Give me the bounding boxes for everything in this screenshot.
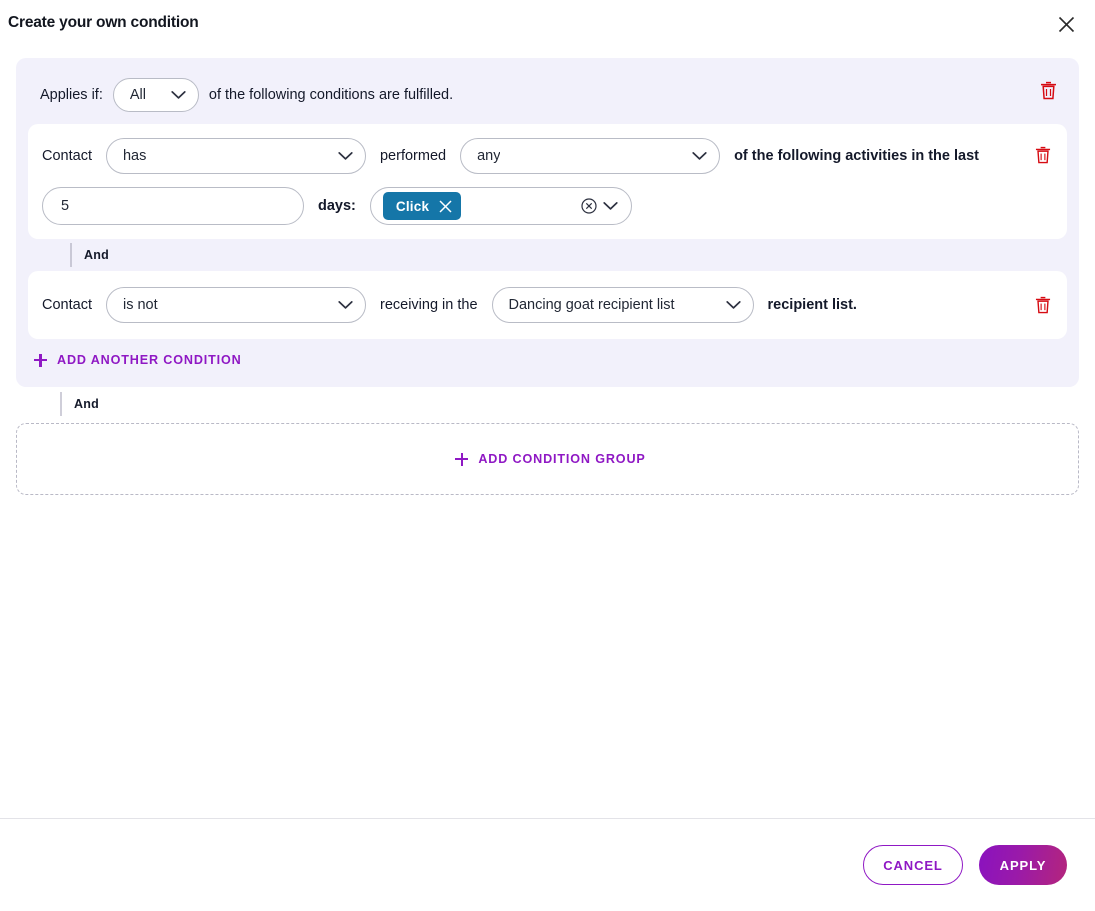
condition-operator-select[interactable]: has [105, 138, 366, 174]
add-condition-group-box[interactable]: ADD CONDITION GROUP [16, 423, 1079, 495]
connector-bar [70, 243, 72, 267]
days-input[interactable] [42, 187, 304, 225]
delete-condition-button[interactable] [1031, 293, 1055, 317]
condition-quantifier-value: any [477, 148, 501, 164]
condition-subject: Contact [42, 297, 92, 313]
plus-icon [34, 353, 47, 367]
chevron-down-icon [725, 301, 741, 310]
applies-if-label: Applies if: [40, 87, 103, 103]
dialog-footer: CANCEL APPLY [0, 818, 1095, 911]
condition-verb: receiving in the [379, 297, 478, 313]
connector-label: And [74, 397, 99, 411]
condition-line-2: days: Click [42, 187, 1053, 225]
add-another-condition-label: ADD ANOTHER CONDITION [57, 353, 242, 367]
chevron-down-icon [338, 152, 353, 161]
condition-quantifier-select[interactable]: any [460, 138, 721, 174]
chevron-down-icon [171, 91, 186, 100]
trash-icon [1040, 81, 1056, 99]
connector-bar [60, 392, 62, 416]
trash-icon [1035, 146, 1051, 164]
condition-tail: recipient list. [767, 297, 857, 313]
plus-icon [455, 452, 469, 466]
chevron-down-icon[interactable] [603, 202, 618, 211]
condition-operator-value: has [122, 148, 147, 164]
chevron-down-icon [692, 152, 707, 161]
add-condition-group-button[interactable]: ADD CONDITION GROUP [449, 446, 645, 472]
page-title: Create your own condition [8, 14, 199, 31]
chevron-down-icon [338, 301, 353, 310]
delete-group-button[interactable] [1035, 77, 1061, 103]
inner-and-connector: And [28, 239, 1067, 271]
clear-circle-icon[interactable] [581, 198, 597, 214]
activity-chip-label: Click [395, 198, 430, 214]
close-icon[interactable] [1053, 11, 1079, 37]
dialog-body: Applies if: All of the following conditi… [0, 46, 1095, 818]
cancel-button[interactable]: CANCEL [863, 845, 963, 885]
remove-chip-icon[interactable] [439, 199, 452, 213]
create-condition-dialog: Create your own condition Applies if: Al… [0, 0, 1095, 911]
outer-and-connector: And [16, 387, 1079, 421]
activity-chip[interactable]: Click [382, 192, 462, 220]
add-condition-group-label: ADD CONDITION GROUP [478, 452, 646, 466]
condition-line-1: Contact has performed any of the followi… [42, 138, 1053, 174]
close-glyph [1058, 16, 1074, 32]
condition-card: Contact is not receiving in the Dancing … [28, 271, 1067, 339]
recipient-list-value: Dancing goat recipient list [508, 297, 675, 313]
dialog-header: Create your own condition [0, 0, 1095, 46]
trash-icon [1035, 296, 1051, 314]
applies-if-row: Applies if: All of the following conditi… [28, 68, 1067, 124]
applies-operator-select[interactable]: All [112, 78, 199, 112]
add-another-condition-button[interactable]: ADD ANOTHER CONDITION [28, 347, 242, 373]
condition-card: Contact has performed any of the followi… [28, 124, 1067, 239]
applies-if-tail: of the following conditions are fulfille… [208, 87, 454, 103]
condition-tail: of the following activities in the last [734, 148, 979, 164]
apply-button[interactable]: APPLY [979, 845, 1067, 885]
condition-group: Applies if: All of the following conditi… [16, 58, 1079, 387]
condition-operator-value: is not [122, 297, 158, 313]
condition-subject: Contact [42, 148, 92, 164]
connector-label: And [84, 248, 109, 262]
recipient-list-select[interactable]: Dancing goat recipient list [491, 287, 754, 323]
condition-operator-select[interactable]: is not [105, 287, 366, 323]
delete-condition-button[interactable] [1031, 143, 1055, 167]
applies-operator-value: All [129, 87, 146, 103]
condition-line-1: Contact is not receiving in the Dancing … [42, 287, 1053, 323]
days-label: days: [318, 198, 356, 214]
activities-multiselect[interactable]: Click [369, 187, 632, 225]
condition-verb: performed [379, 148, 447, 164]
